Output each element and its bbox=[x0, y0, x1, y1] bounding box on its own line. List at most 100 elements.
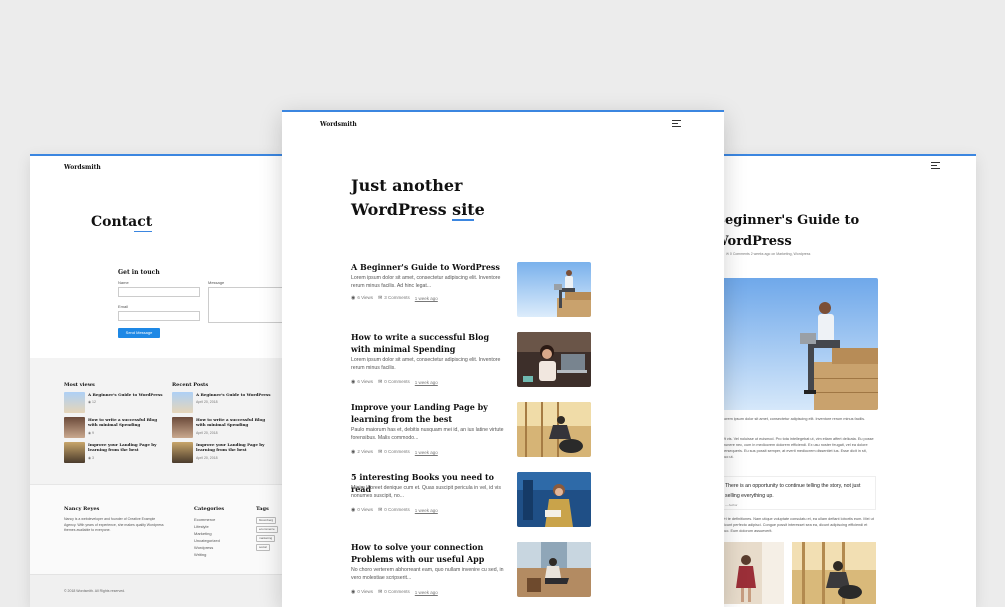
message-field[interactable] bbox=[208, 287, 282, 323]
widget-post-date: April 20, 2018 bbox=[196, 431, 218, 435]
comments-count[interactable]: 0 Comments bbox=[384, 507, 410, 512]
widget-post-title[interactable]: A Beginner's Guide to WordPress bbox=[88, 392, 168, 397]
email-field[interactable] bbox=[118, 311, 200, 321]
headline-underline bbox=[452, 219, 474, 221]
copyright-text: © 2018 Wordsmith. All Rights reserved. bbox=[64, 589, 126, 593]
author-bio: Nancy is a webdeveloper and founder of C… bbox=[64, 517, 164, 532]
widget-thumbnail[interactable] bbox=[64, 417, 85, 438]
recent-posts-heading: Recent Posts bbox=[172, 382, 209, 388]
eye-icon: ◉ bbox=[351, 449, 356, 455]
widget-thumbnail[interactable] bbox=[64, 442, 85, 463]
widget-thumbnail[interactable] bbox=[172, 392, 193, 413]
post-meta: ◉ 0 Views ✉ 0 Comments 1 week ago bbox=[351, 589, 438, 595]
menu-icon[interactable] bbox=[672, 120, 681, 127]
page-title: Contact bbox=[91, 214, 153, 230]
post-card[interactable]: Improve your Landing Page by learning fr… bbox=[351, 402, 591, 462]
site-brand[interactable]: Wordsmith bbox=[320, 121, 357, 128]
message-label: Message bbox=[208, 280, 225, 285]
tag-chip[interactable]: marketing bbox=[256, 535, 276, 542]
views-count: 0 Views bbox=[357, 507, 374, 512]
category-link[interactable]: Wordpress bbox=[194, 545, 213, 550]
name-field[interactable] bbox=[118, 287, 200, 297]
post-meta: ✉ 0 Comments 2 weeks ago on Marketing, W… bbox=[726, 252, 811, 256]
contact-page-preview: Wordsmith Contact Get in touch Name Emai… bbox=[30, 154, 282, 607]
category-link[interactable]: Uncategorized bbox=[194, 538, 220, 543]
site-footer: © 2018 Wordsmith. All Rights reserved. bbox=[30, 574, 282, 607]
widget-post-views: ◉ 3 bbox=[88, 456, 94, 460]
eye-icon: ◉ bbox=[351, 295, 356, 301]
post-hero-image bbox=[722, 278, 878, 410]
widget-post-title[interactable]: Improve your Landing Page by learning fr… bbox=[88, 442, 168, 452]
post-date[interactable]: 1 week ago bbox=[415, 296, 438, 301]
post-quote: There is an opportunity to continue tell… bbox=[722, 476, 876, 510]
post-title[interactable]: How to write a successful Blog with mini… bbox=[351, 332, 511, 355]
post-date[interactable]: 1 week ago bbox=[415, 508, 438, 513]
site-brand[interactable]: Wordsmith bbox=[64, 164, 101, 171]
comments-count[interactable]: 0 Comments bbox=[384, 449, 410, 454]
post-card[interactable]: A Beginner's Guide to WordPress Lorem ip… bbox=[351, 262, 591, 322]
tag-chip[interactable]: ecommerce bbox=[256, 526, 278, 533]
eye-icon: ◉ bbox=[351, 589, 356, 595]
tag-chip[interactable]: bloomberg bbox=[256, 517, 277, 524]
post-thumbnail[interactable] bbox=[517, 402, 591, 457]
post-card[interactable]: How to write a successful Blog with mini… bbox=[351, 332, 591, 392]
widget-post-title[interactable]: How to write a successful Blog with mini… bbox=[196, 417, 276, 427]
most-views-heading: Most views bbox=[64, 382, 95, 388]
post-thumbnail[interactable] bbox=[517, 262, 591, 317]
category-link[interactable]: Lifestyle bbox=[194, 524, 209, 529]
widget-post-title[interactable]: A Beginner's Guide to WordPress bbox=[196, 392, 276, 397]
category-link[interactable]: Ecommerce bbox=[194, 517, 215, 522]
author-name: Nancy Reyes bbox=[64, 506, 100, 512]
views-count: 0 Views bbox=[357, 589, 374, 594]
post-meta: ◉ 6 Views ✉ 0 Comments 1 week ago bbox=[351, 379, 438, 385]
post-meta: ◉ 0 Views ✉ 0 Comments 1 week ago bbox=[351, 507, 438, 513]
email-label: Email bbox=[118, 304, 129, 309]
post-intro: Lorem ipsum dolor sit amet, consectetur … bbox=[722, 417, 866, 421]
post-title[interactable]: How to solve your connection Problems wi… bbox=[351, 542, 511, 565]
gallery-image[interactable] bbox=[722, 542, 784, 604]
post-thumbnail[interactable] bbox=[517, 332, 591, 387]
widget-thumbnail[interactable] bbox=[172, 417, 193, 438]
widget-post-date: April 20, 2018 bbox=[196, 456, 218, 460]
comments-count[interactable]: 0 Comments bbox=[384, 379, 410, 384]
post-thumbnail[interactable] bbox=[517, 542, 591, 597]
quote-text: There is an opportunity to continue tell… bbox=[725, 483, 861, 499]
post-excerpt: Lorem ipsum dolor sit amet, consectetur … bbox=[351, 275, 501, 289]
comments-icon: ✉ bbox=[378, 589, 383, 595]
post-title: Beginner's Guide to WordPress bbox=[722, 213, 860, 249]
post-card[interactable]: 5 interesting Books you need to read Min… bbox=[351, 472, 591, 532]
comments-icon: ✉ bbox=[378, 379, 383, 385]
post-body-2: Pri te definitiones. Nam utique voluptat… bbox=[722, 517, 874, 533]
post-title[interactable]: A Beginner's Guide to WordPress bbox=[351, 262, 511, 274]
widget-thumbnail[interactable] bbox=[64, 392, 85, 413]
widget-post-views: ◉ 12 bbox=[88, 400, 96, 404]
gallery-image[interactable] bbox=[792, 542, 876, 604]
widget-post-title[interactable]: How to write a successful Blog with mini… bbox=[88, 417, 168, 427]
tag-chip[interactable]: social bbox=[256, 544, 270, 551]
comments-count[interactable]: 3 Comments bbox=[384, 295, 410, 300]
post-excerpt: Paulo maiorum has et, debitis nusquam me… bbox=[351, 427, 504, 441]
comments-icon: ✉ bbox=[378, 507, 383, 513]
comments-count[interactable]: 0 Comments bbox=[384, 589, 410, 594]
views-count: 6 Views bbox=[357, 295, 374, 300]
post-thumbnail[interactable] bbox=[517, 472, 591, 527]
post-date[interactable]: 1 week ago bbox=[415, 590, 438, 595]
send-message-button[interactable]: Send Message bbox=[118, 328, 160, 338]
site-headline: Just another WordPress site bbox=[351, 176, 485, 219]
post-body: Ut vis. Vel noluisse ut euismod. Pro tot… bbox=[722, 437, 874, 459]
widget-thumbnail[interactable] bbox=[172, 442, 193, 463]
post-title[interactable]: Improve your Landing Page by learning fr… bbox=[351, 402, 511, 425]
quote-cite: — Author bbox=[725, 503, 738, 507]
category-link[interactable]: Marketing bbox=[194, 531, 212, 536]
post-date[interactable]: 1 week ago bbox=[415, 380, 438, 385]
menu-icon[interactable] bbox=[931, 162, 940, 169]
post-meta: ◉ 6 Views ✉ 3 Comments 1 week ago bbox=[351, 295, 438, 301]
category-link[interactable]: Writing bbox=[194, 552, 206, 557]
widget-post-title[interactable]: Improve your Landing Page by learning fr… bbox=[196, 442, 276, 452]
post-card[interactable]: How to solve your connection Problems wi… bbox=[351, 542, 591, 602]
post-excerpt: Minim laoreet denique cum et. Quas susci… bbox=[351, 485, 501, 499]
post-date[interactable]: 1 week ago bbox=[415, 450, 438, 455]
widget-post-views: ◉ 9 bbox=[88, 431, 94, 435]
comments-icon: ✉ bbox=[378, 295, 383, 301]
post-meta: ◉ 2 Views ✉ 0 Comments 1 week ago bbox=[351, 449, 438, 455]
